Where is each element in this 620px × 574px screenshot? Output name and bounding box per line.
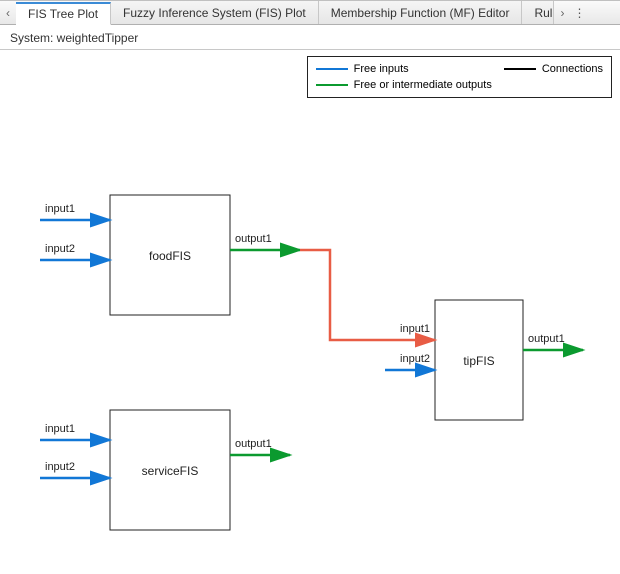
system-title: System: weightedTipper xyxy=(0,25,620,50)
tab-scroll-left[interactable]: ‹ xyxy=(0,1,16,24)
tab-fis-tree-plot[interactable]: FIS Tree Plot xyxy=(16,2,111,25)
label-serviceFIS-input2: input2 xyxy=(45,461,75,473)
label-tipFIS-input2: input2 xyxy=(400,353,430,365)
node-foodFIS[interactable]: foodFIS xyxy=(110,195,230,315)
diagram-svg: foodFIS input1 input2 output1 serviceFIS… xyxy=(0,50,620,574)
fis-tree-canvas[interactable]: Free inputs Free or intermediate outputs… xyxy=(0,50,620,574)
node-tipFIS-label: tipFIS xyxy=(463,354,494,368)
tab-bar: ‹ FIS Tree Plot Fuzzy Inference System (… xyxy=(0,1,620,25)
label-tipFIS-output1: output1 xyxy=(528,333,565,345)
tab-mf-editor[interactable]: Membership Function (MF) Editor xyxy=(319,1,523,24)
node-serviceFIS[interactable]: serviceFIS xyxy=(110,410,230,530)
label-tipFIS-input1: input1 xyxy=(400,323,430,335)
label-foodFIS-input1: input1 xyxy=(45,203,75,215)
tab-scroll-right[interactable]: › xyxy=(554,1,570,24)
node-tipFIS[interactable]: tipFIS xyxy=(435,300,523,420)
tab-rule-editor[interactable]: Rul xyxy=(522,1,554,24)
label-foodFIS-input2: input2 xyxy=(45,243,75,255)
label-serviceFIS-output1: output1 xyxy=(235,438,272,450)
node-foodFIS-label: foodFIS xyxy=(149,249,191,263)
tab-menu-button[interactable]: ⋮ xyxy=(570,1,588,24)
node-serviceFIS-label: serviceFIS xyxy=(142,464,199,478)
label-foodFIS-output1: output1 xyxy=(235,233,272,245)
label-serviceFIS-input1: input1 xyxy=(45,423,75,435)
tab-fis-plot[interactable]: Fuzzy Inference System (FIS) Plot xyxy=(111,1,319,24)
